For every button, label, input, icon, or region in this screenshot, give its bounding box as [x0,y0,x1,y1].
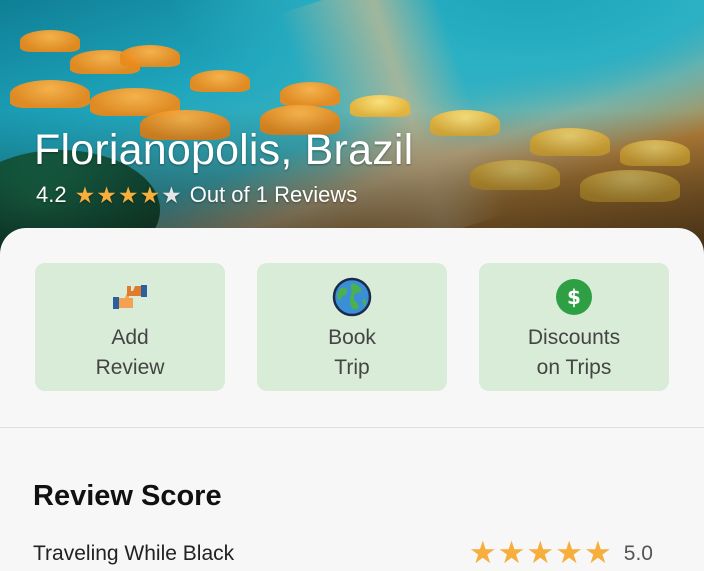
book-trip-label-1: Book [328,326,376,349]
star-icon: ★ [555,535,583,571]
review-count: Out of 1 Reviews [189,182,358,207]
discounts-label-1: Discounts [527,326,621,349]
book-trip-label-2: Trip [334,356,370,379]
star-icon: ★ [117,181,139,208]
action-buttons: Add Review Book Trip $ Discounts on Trip… [35,263,669,391]
star-icon: ★ [584,535,612,571]
rating-stars: ★ ★ ★ ★ ★ [74,181,182,208]
book-trip-button[interactable]: Book Trip [257,263,447,391]
star-empty-icon: ★ [161,181,182,208]
discounts-label-2: on Trips [536,356,612,379]
add-review-button[interactable]: Add Review [35,263,225,391]
rating-summary: 4.2 ★ ★ ★ ★ ★ Out of 1 Reviews [36,182,357,208]
star-icon: ★ [139,181,161,208]
svg-text:$: $ [567,285,581,309]
review-score-row: Traveling While Black ★ ★ ★ ★ ★ 5.0 [33,538,653,569]
star-icon: ★ [468,535,497,571]
star-icon: ★ [497,535,526,571]
globe-icon [332,277,372,317]
star-icon: ★ [74,181,96,208]
dollar-coin-icon: $ [554,277,594,317]
destination-title: Florianopolis, Brazil [34,126,414,174]
hero-image: Florianopolis, Brazil 4.2 ★ ★ ★ ★ ★ Out … [0,0,704,260]
score-value: 5.0 [623,541,653,565]
score-stars: ★ ★ ★ ★ ★ [469,538,612,569]
star-icon: ★ [526,535,555,571]
rating-value: 4.2 [36,182,67,207]
add-review-label-2: Review [95,356,165,379]
add-review-label-1: Add [111,326,149,349]
star-icon: ★ [96,181,117,208]
review-score-title: Review Score [33,480,222,512]
discounts-button[interactable]: $ Discounts on Trips [479,263,669,391]
thumbs-review-icon [110,277,150,317]
score-category: Traveling While Black [33,541,235,565]
section-divider [0,427,704,428]
